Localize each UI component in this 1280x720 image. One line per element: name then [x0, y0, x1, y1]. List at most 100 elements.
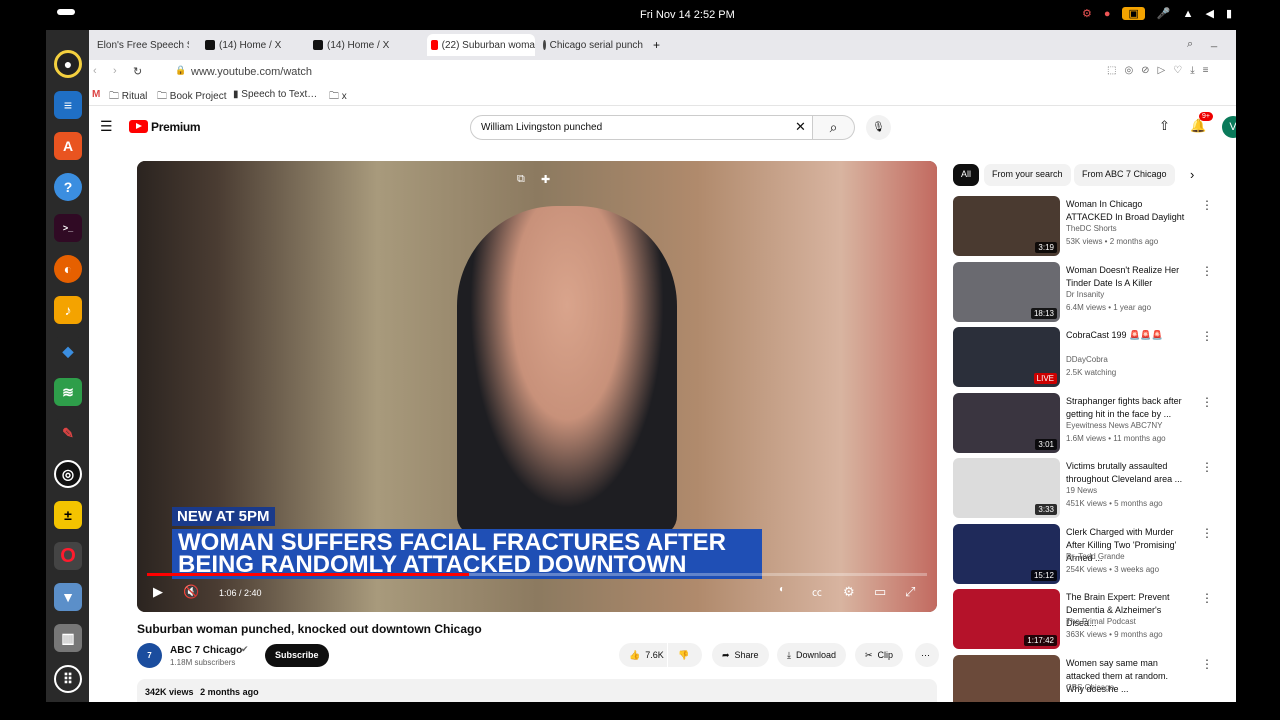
like-button[interactable]: 👍 7.6K — [619, 643, 667, 667]
chip-all[interactable]: All — [953, 164, 980, 186]
related-channel[interactable]: Eyewitness News ABC7NY — [1066, 421, 1162, 430]
channel-avatar[interactable]: 7 — [137, 643, 162, 668]
related-title[interactable]: Woman In Chicago ATTACKED In Broad Dayli… — [1066, 198, 1186, 224]
related-title[interactable]: CobraCast 199 🚨🚨🚨 — [1066, 329, 1186, 342]
back-icon[interactable]: ‹ — [93, 65, 97, 77]
software-center-icon[interactable]: A — [54, 132, 82, 160]
bookmark-x[interactable]: 🗀 x — [329, 89, 347, 106]
related-channel[interactable]: DDayCobra — [1066, 355, 1108, 364]
network-icon[interactable]: ▲ — [1183, 8, 1194, 20]
firefox-icon[interactable]: ◐ — [54, 255, 82, 283]
audio-app-icon[interactable]: ♪ — [54, 296, 82, 324]
tab-1[interactable]: (14) Home / X — [201, 34, 301, 56]
share-button[interactable]: ➦ Share — [712, 643, 769, 667]
more-options-icon[interactable]: ⋮ — [1201, 198, 1213, 212]
related-channel[interactable]: TheDC Shorts — [1066, 224, 1117, 233]
alert-icon[interactable]: ● — [1104, 8, 1111, 20]
terminal-icon[interactable]: >_ — [54, 214, 82, 242]
clear-search-icon[interactable]: ✕ — [795, 119, 806, 135]
clip-button[interactable]: ✂ Clip — [855, 643, 904, 667]
miniplayer-icon[interactable]: ⧉ — [517, 173, 525, 186]
mic-tray-icon[interactable]: 🎤 — [1157, 7, 1171, 20]
minimize-button[interactable]: _ — [1211, 36, 1217, 48]
volume-icon[interactable]: ◀ — [1205, 7, 1213, 20]
related-thumbnail[interactable]: 18:13 — [953, 261, 1060, 322]
trash-icon[interactable]: ▥ — [54, 624, 82, 652]
related-channel[interactable]: 19 News — [1066, 486, 1097, 495]
related-title[interactable]: Woman Doesn't Realize Her Tinder Date Is… — [1066, 264, 1186, 290]
related-thumbnail[interactable]: LIVE — [953, 327, 1060, 387]
battery-icon[interactable]: ▮ — [1226, 7, 1232, 20]
opera-icon[interactable]: O — [54, 542, 82, 570]
chip-next-icon[interactable]: › — [1190, 167, 1194, 182]
search-input[interactable]: William Livingston punched — [470, 115, 813, 140]
theater-icon[interactable]: ▭ — [874, 584, 886, 600]
related-video[interactable]: 3:19 Woman In Chicago ATTACKED In Broad D… — [953, 196, 1213, 258]
settings-icon[interactable]: ⚙ — [843, 584, 855, 600]
related-video[interactable]: 1:17:42 The Brain Expert: Prevent Dementi… — [953, 589, 1213, 651]
related-channel[interactable]: Dr Insanity — [1066, 290, 1104, 299]
more-options-icon[interactable]: ⋮ — [1201, 591, 1213, 605]
more-button[interactable]: ⋯ — [915, 643, 939, 667]
gmail-icon[interactable]: M — [92, 89, 100, 100]
url-field[interactable]: www.youtube.com/watch — [191, 66, 312, 78]
progress-bar[interactable] — [147, 573, 927, 576]
autoplay-toggle[interactable]: ◐ — [779, 584, 785, 595]
mute-icon[interactable]: 🔇 — [183, 584, 199, 600]
more-options-icon[interactable]: ⋮ — [1201, 395, 1213, 409]
dislike-button[interactable]: 👎 — [668, 643, 702, 667]
related-thumbnail[interactable]: 1:17:42 — [953, 589, 1060, 649]
related-thumbnail[interactable]: 3:33 — [953, 458, 1060, 518]
tab-3-active[interactable]: (22) Suburban woma — [427, 34, 535, 56]
chip-from-channel[interactable]: From ABC 7 Chicago — [1074, 164, 1175, 186]
related-channel[interactable]: The Primal Podcast — [1066, 617, 1136, 626]
related-video[interactable]: 3:33 Victims brutally assaulted throughou… — [953, 458, 1213, 520]
related-channel[interactable]: CBS Chicago — [1066, 683, 1114, 692]
tab-0[interactable]: Elon's Free Speech S — [89, 34, 189, 56]
forward-icon[interactable]: › — [113, 65, 117, 77]
related-video[interactable]: 18:13 Woman Doesn't Realize Her Tinder Da… — [953, 261, 1213, 324]
disk-icon[interactable]: ▼ — [54, 583, 82, 611]
obs-icon[interactable]: ◎ — [54, 460, 82, 488]
bookmark-book-project[interactable]: 🗀 Book Project — [157, 89, 226, 106]
fullscreen-icon[interactable]: ⤢ — [905, 584, 915, 600]
play-icon[interactable]: ▶ — [153, 584, 163, 600]
more-options-icon[interactable]: ⋮ — [1201, 329, 1213, 343]
tab-2[interactable]: (14) Home / X — [309, 34, 409, 56]
avatar[interactable]: V — [1222, 116, 1236, 138]
related-channel[interactable]: Dr. Todd Grande — [1066, 552, 1125, 561]
writer-icon[interactable]: ≡ — [54, 91, 82, 119]
tray-app-icon[interactable]: ▣ — [1122, 7, 1145, 20]
video-player[interactable]: ⧉ ✚ NEW AT 5PM WOMAN SUFFERS FACIAL FRAC… — [137, 161, 937, 612]
more-options-icon[interactable]: ⋮ — [1201, 526, 1213, 540]
related-video[interactable]: 3:01 Straphanger fights back after gettin… — [953, 392, 1213, 455]
related-title[interactable]: Victims brutally assaulted throughout Cl… — [1066, 460, 1186, 486]
tab-search-icon[interactable]: ⌕ — [1187, 38, 1193, 51]
system-tray[interactable]: ⚙ ● ▣ 🎤 ▲ ◀ ▮ — [1082, 7, 1232, 20]
show-apps-icon[interactable]: ⠿ — [54, 665, 82, 693]
related-video[interactable]: 15:12 Clerk Charged with Murder After Kil… — [953, 523, 1213, 586]
related-video[interactable]: LIVE CobraCast 199 🚨🚨🚨 DDayCobra 2.5K watch… — [953, 327, 1213, 389]
related-thumbnail[interactable]: 3:19 — [953, 196, 1060, 256]
app-indicator-icon[interactable]: ⚙ — [1082, 7, 1092, 20]
calculator-icon[interactable]: ± — [54, 501, 82, 529]
youtube-logo-text[interactable]: Premium — [151, 120, 201, 134]
related-video[interactable]: Women say same man attacked them at rand… — [953, 654, 1213, 702]
reload-icon[interactable]: ↻ — [133, 65, 142, 78]
voice-search-button[interactable]: 🎙 — [866, 115, 891, 140]
more-options-icon[interactable]: ⋮ — [1201, 657, 1213, 671]
more-actions-icon[interactable]: ✚ — [541, 173, 550, 186]
download-button[interactable]: ⤓ Download — [777, 643, 847, 667]
chip-from-search[interactable]: From your search — [984, 164, 1071, 186]
subscribe-button[interactable]: Subscribe — [265, 644, 329, 667]
related-title[interactable]: Straphanger fights back after getting hi… — [1066, 395, 1186, 421]
bookmark-speech[interactable]: ▮ Speech to Text… — [233, 89, 317, 100]
bookmark-ritual[interactable]: 🗀 Ritual — [109, 89, 147, 106]
upload-icon[interactable]: ⇧ — [1159, 118, 1170, 134]
related-thumbnail[interactable]: 15:12 — [953, 523, 1060, 584]
tab-4[interactable]: Chicago serial punch — [539, 34, 643, 56]
new-tab-button[interactable]: + — [653, 38, 660, 52]
description-box[interactable]: 342K views 2 months ago — [137, 679, 937, 702]
extensions-icons[interactable]: ⬚◎⊘▷♡⤓≡ — [1107, 65, 1216, 76]
menu-icon[interactable]: ☰ — [100, 118, 113, 135]
